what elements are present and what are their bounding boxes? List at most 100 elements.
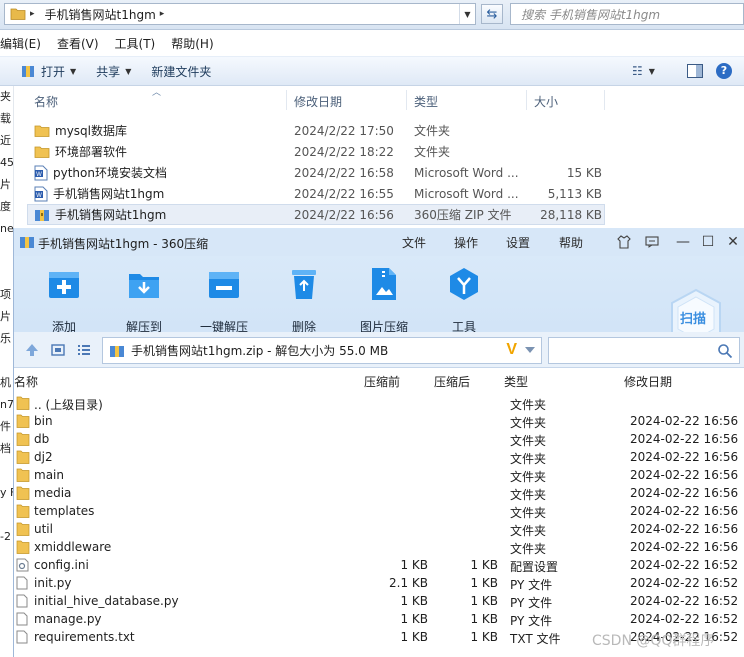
extract-to-button[interactable]: 解压到	[104, 264, 184, 335]
tools-button[interactable]: 工具	[424, 264, 504, 335]
nav-item[interactable]: 片	[0, 174, 13, 196]
menu-tools[interactable]: 工具(T)	[115, 35, 156, 52]
archive-row[interactable]: media 文件夹 2024-02-22 16:56	[14, 484, 744, 502]
nav-item[interactable]: 度	[0, 196, 13, 218]
nav-item[interactable]: 件	[0, 416, 13, 438]
row-modified: 2024-02-22 16:56	[630, 414, 739, 428]
breadcrumb[interactable]: ▸ 手机销售网站t1hgm ▸ ▼	[4, 3, 476, 25]
column-header-after[interactable]: 压缩后	[434, 373, 470, 390]
column-header-type[interactable]: 类型	[504, 373, 528, 390]
list-view-icon[interactable]	[76, 342, 92, 358]
up-arrow-icon[interactable]	[24, 342, 40, 358]
archive-row[interactable]: .. (上级目录) 文件夹	[14, 394, 744, 412]
nav-item[interactable]	[0, 504, 13, 526]
nav-item[interactable]: 项	[0, 284, 13, 306]
nav-item[interactable]: 载	[0, 108, 13, 130]
nav-item[interactable]: 档	[0, 438, 13, 460]
chevron-down-icon[interactable]: ▼	[459, 4, 475, 24]
nav-item[interactable]: 近	[0, 130, 13, 152]
one-click-extract-button[interactable]: 一键解压	[184, 264, 264, 335]
archive-row[interactable]: main 文件夹 2024-02-22 16:56	[14, 466, 744, 484]
v-logo-icon[interactable]: V	[506, 341, 517, 359]
svg-text:W: W	[36, 172, 42, 178]
column-header-before[interactable]: 压缩前	[364, 373, 400, 390]
chevron-down-icon[interactable]	[525, 347, 535, 353]
help-icon[interactable]: ?	[716, 63, 732, 79]
row-modified: 2024-02-22 16:56	[630, 540, 739, 554]
folder-icon	[16, 486, 30, 500]
archive-row[interactable]: bin 文件夹 2024-02-22 16:56	[14, 412, 744, 430]
nav-item[interactable]: nel	[0, 218, 13, 240]
menu-help[interactable]: 帮助(H)	[171, 35, 213, 52]
row-name: manage.py	[34, 612, 102, 626]
nav-item[interactable]	[0, 460, 13, 482]
row-after: 1 KB	[470, 594, 498, 608]
thumbnail-view-icon[interactable]	[50, 342, 66, 358]
maximize-button[interactable]: ☐	[699, 233, 717, 251]
column-header-name[interactable]: 名称	[14, 373, 38, 390]
close-button[interactable]: ✕	[724, 233, 742, 251]
search-icon[interactable]	[717, 343, 733, 359]
column-header-size[interactable]: 大小	[534, 93, 558, 110]
file-row[interactable]: Wpython环境安装文档 2024/2/22 16:58 Microsoft …	[28, 162, 604, 183]
nav-item[interactable]: 机	[0, 372, 13, 394]
nav-item[interactable]	[0, 262, 13, 284]
file-row[interactable]: mysql数据库 2024/2/22 17:50 文件夹	[28, 120, 604, 141]
menu-operate[interactable]: 操作	[454, 234, 478, 251]
nav-item[interactable]: 夹	[0, 86, 13, 108]
search-input[interactable]: 搜索 手机销售网站t1hgm	[510, 3, 744, 25]
archive-row[interactable]: config.ini 1 KB 1 KB 配置设置 2024-02-22 16:52	[14, 556, 744, 574]
add-archive-icon	[44, 264, 84, 304]
file-row-selected[interactable]: 手机销售网站t1hgm 2024/2/22 16:56 360压缩 ZIP 文件…	[27, 204, 605, 225]
one-click-extract-icon	[204, 264, 244, 304]
menu-file[interactable]: 文件	[402, 234, 426, 251]
archive-row[interactable]: util 文件夹 2024-02-22 16:56	[14, 520, 744, 538]
nav-item[interactable]: 乐	[0, 328, 13, 350]
archive-search-input[interactable]	[548, 337, 740, 364]
file-row[interactable]: W 手机销售网站t1hgm 2024/2/22 16:55 Microsoft W…	[28, 183, 604, 204]
add-button[interactable]: 添加	[24, 264, 104, 335]
open-button[interactable]: 打开 ▼	[20, 63, 76, 80]
refresh-button[interactable]: ⇆	[481, 4, 503, 24]
archive-row[interactable]: templates 文件夹 2024-02-22 16:56	[14, 502, 744, 520]
menu-view[interactable]: 查看(V)	[57, 35, 99, 52]
word-doc-icon: W	[34, 186, 48, 201]
archive-path-field[interactable]: 手机销售网站t1hgm.zip - 解包大小为 55.0 MB V	[102, 337, 542, 364]
archive-row[interactable]: init.py 2.1 KB 1 KB PY 文件 2024-02-22 16:52	[14, 574, 744, 592]
nav-item[interactable]: 片	[0, 306, 13, 328]
menu-settings[interactable]: 设置	[506, 234, 530, 251]
view-options-button[interactable]: ☷ ▼	[632, 64, 655, 78]
column-header-modified[interactable]: 修改日期	[624, 373, 672, 390]
archive-row[interactable]: initial_hive_database.py 1 KB 1 KB PY 文件 202…	[14, 592, 744, 610]
word-doc-icon: W	[34, 165, 48, 180]
column-header-modified[interactable]: 修改日期	[294, 93, 342, 110]
breadcrumb-item[interactable]: 手机销售网站t1hgm ▸	[40, 6, 170, 23]
nav-item[interactable]	[0, 350, 13, 372]
row-type: TXT 文件	[510, 632, 561, 646]
caret-down-icon: ▼	[125, 66, 132, 76]
archive-row[interactable]: manage.py 1 KB 1 KB PY 文件 2024-02-22 16:52	[14, 610, 744, 628]
nav-item[interactable]: y F	[0, 482, 13, 504]
archive-row[interactable]: xmiddleware 文件夹 2024-02-22 16:56	[14, 538, 744, 556]
image-compress-button[interactable]: 图片压缩	[344, 264, 424, 335]
file-row[interactable]: 环境部署软件 2024/2/22 18:22 文件夹	[28, 141, 604, 162]
menu-help[interactable]: 帮助	[559, 234, 583, 251]
nav-item[interactable]: n7	[0, 394, 13, 416]
archive-row[interactable]: db 文件夹 2024-02-22 16:56	[14, 430, 744, 448]
archive-row[interactable]: dj2 文件夹 2024-02-22 16:56	[14, 448, 744, 466]
preview-pane-icon[interactable]	[687, 64, 703, 78]
new-folder-button[interactable]: 新建文件夹	[151, 63, 211, 80]
chevron-right-icon[interactable]: ▸	[160, 9, 165, 19]
caret-down-icon: ▼	[648, 66, 655, 76]
delete-button[interactable]: 删除	[264, 264, 344, 335]
nav-item[interactable]	[0, 240, 13, 262]
nav-item[interactable]: 45	[0, 152, 13, 174]
feedback-icon[interactable]	[643, 233, 661, 251]
skin-icon[interactable]	[615, 233, 633, 251]
nav-item[interactable]: -2	[0, 526, 13, 548]
column-header-type[interactable]: 类型	[414, 93, 438, 110]
share-button[interactable]: 共享 ▼	[96, 63, 131, 80]
menu-edit[interactable]: 编辑(E)	[0, 35, 41, 52]
minimize-button[interactable]: —	[674, 233, 692, 251]
column-header-name[interactable]: 名称	[34, 93, 58, 110]
